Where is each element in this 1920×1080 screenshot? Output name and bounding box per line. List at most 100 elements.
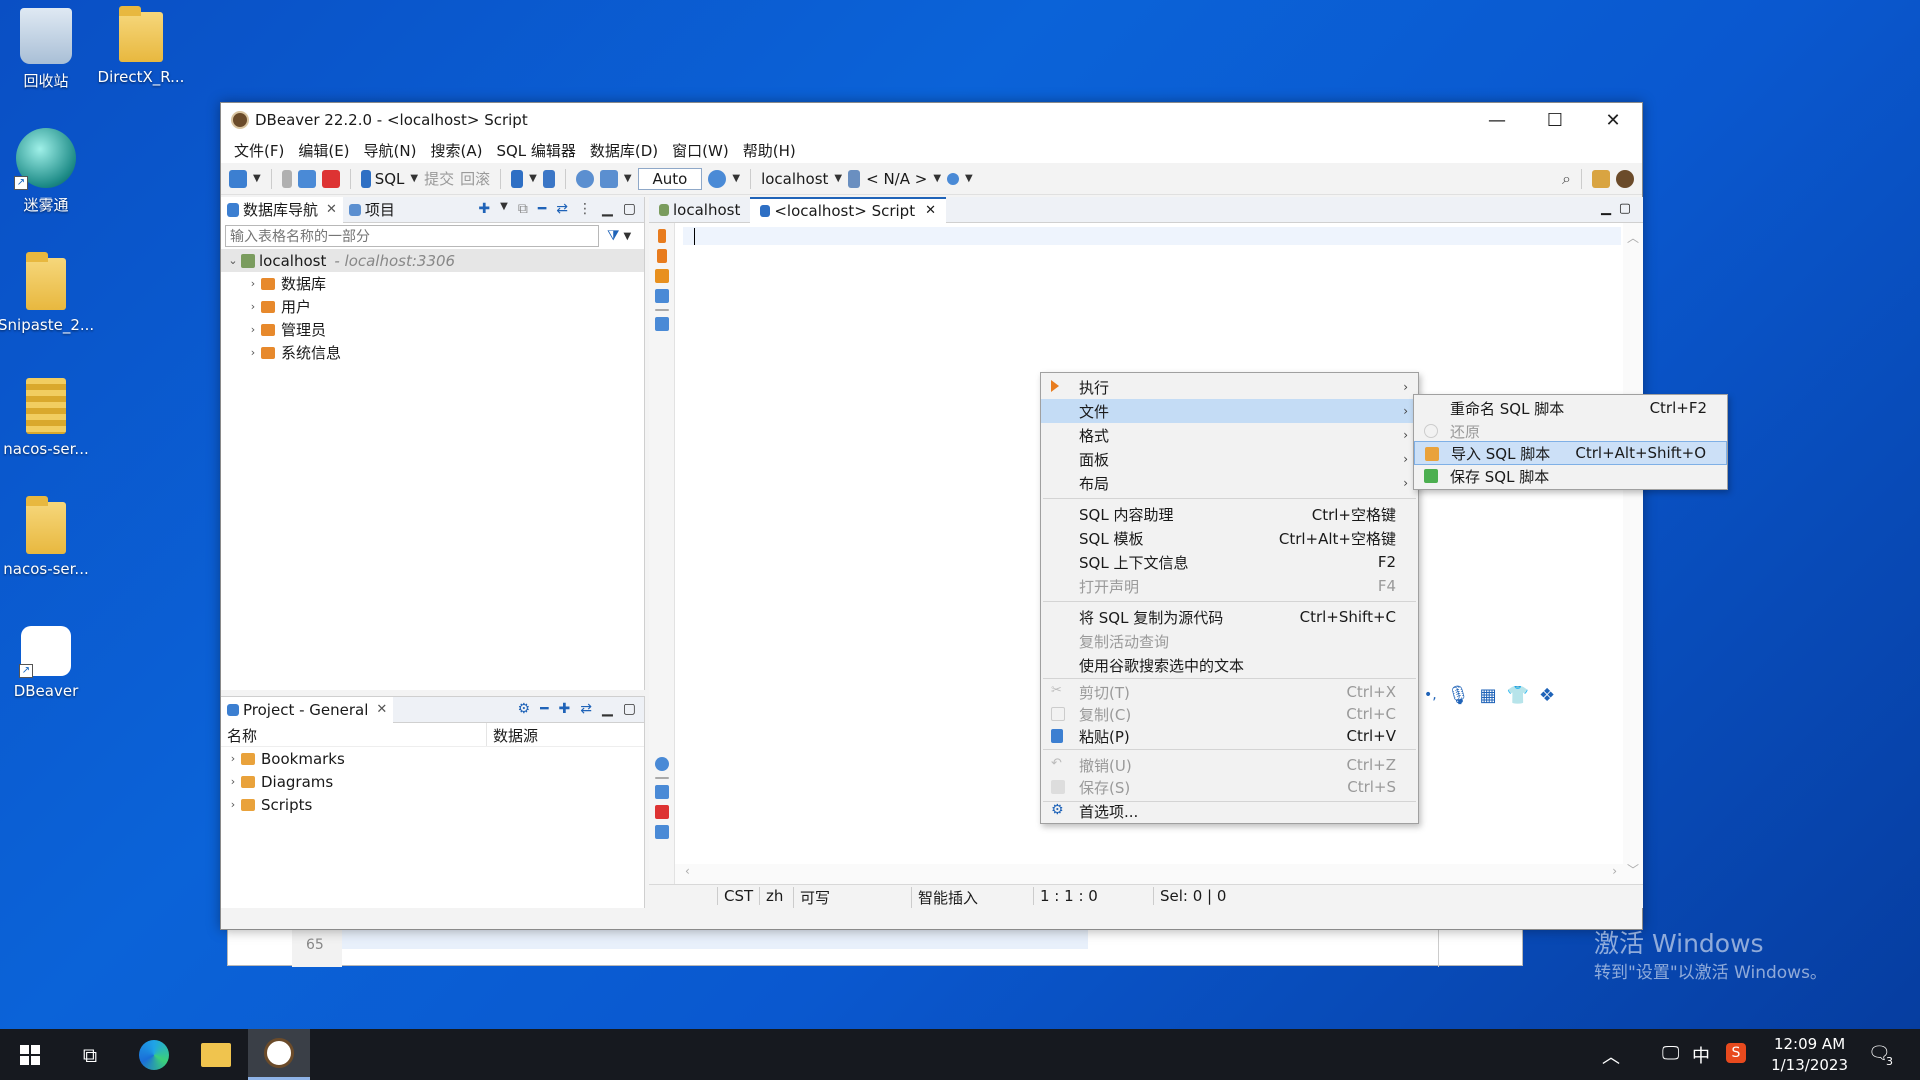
commit-mode-selector[interactable]: Auto — [637, 167, 703, 190]
chevron-down-icon[interactable]: ▼ — [500, 201, 508, 217]
tree-node-users[interactable]: › 用户 — [221, 295, 644, 318]
rollback-button[interactable]: 回滚 — [460, 168, 490, 189]
menu-item-import-script[interactable]: 导入 SQL 脚本 Ctrl+Alt+Shift+O — [1414, 441, 1727, 465]
desktop-icon-miwutong[interactable]: ↗ 迷雾通 — [0, 128, 94, 215]
menu-item-context-info[interactable]: SQL 上下文信息 F2 — [1041, 550, 1418, 574]
execute-statement-icon[interactable] — [657, 229, 666, 243]
desktop-icon-nacos-1[interactable]: nacos-ser... — [0, 378, 94, 458]
menu-window[interactable]: 窗口(W) — [665, 140, 736, 161]
desktop-icon-snipaste[interactable]: Snipaste_2... — [0, 252, 94, 334]
maximize-pane-icon[interactable]: ▢ — [623, 201, 636, 217]
filter-icon[interactable]: ⧩ — [607, 228, 620, 244]
menu-item-panels[interactable]: 面板 › — [1041, 447, 1418, 471]
search-icon[interactable] — [947, 172, 960, 185]
minimize-button[interactable]: — — [1468, 103, 1526, 137]
menu-item-paste[interactable]: 粘贴(P) Ctrl+V — [1041, 724, 1418, 748]
active-connection-selector[interactable]: localhost — [761, 170, 828, 188]
link-editor-icon[interactable]: ⧉ — [518, 201, 528, 217]
horizontal-scrollbar[interactable]: ‹ › — [675, 864, 1623, 884]
menu-item-layout[interactable]: 布局 › — [1041, 471, 1418, 495]
taskbar-file-explorer[interactable] — [190, 1029, 242, 1080]
minimize-pane-icon[interactable]: ▁ — [602, 701, 613, 717]
task-view-button[interactable]: ⧉ — [62, 1029, 118, 1080]
minimize-pane-icon[interactable]: ▁ — [1601, 201, 1611, 216]
chevron-down-icon[interactable]: ▼ — [253, 173, 261, 184]
reconnect-icon[interactable] — [297, 169, 316, 188]
chevron-down-icon[interactable]: ▼ — [624, 173, 632, 184]
view-menu-icon[interactable]: ⋮ — [578, 201, 592, 217]
menu-item-google-search[interactable]: 使用谷歌搜索选中的文本 — [1041, 653, 1418, 677]
close-icon[interactable]: ✕ — [376, 702, 387, 717]
table-filter-input[interactable] — [225, 225, 599, 247]
desktop-icon-dbeaver[interactable]: ↗ DBeaver — [0, 626, 94, 700]
minimize-pane-icon[interactable]: ▁ — [602, 201, 613, 217]
chevron-right-icon[interactable]: › — [245, 346, 261, 359]
chevron-right-icon[interactable]: › — [225, 775, 241, 788]
link-with-editor-icon[interactable]: ⇄ — [556, 201, 568, 217]
chevron-down-icon[interactable]: ▼ — [965, 173, 973, 184]
menu-file[interactable]: 文件(F) — [227, 140, 291, 161]
chevron-right-icon[interactable]: › — [245, 300, 261, 313]
menu-item-cut[interactable]: ✂ 剪切(T) Ctrl+X — [1041, 680, 1418, 704]
menu-search[interactable]: 搜索(A) — [423, 140, 489, 161]
project-item-diagrams[interactable]: › Diagrams — [221, 770, 644, 793]
chevron-down-icon[interactable]: ▼ — [529, 173, 537, 184]
maximize-pane-icon[interactable]: ▢ — [623, 701, 636, 717]
column-name[interactable]: 名称 — [221, 723, 487, 746]
desktop-icon-directx[interactable]: DirectX_R... — [93, 6, 189, 86]
taskbar-clock[interactable]: 12:09 AM 1/13/2023 — [1771, 1034, 1848, 1076]
new-connection-icon[interactable] — [229, 169, 247, 188]
collapse-all-icon[interactable]: ━ — [540, 701, 548, 717]
disconnect-icon[interactable] — [321, 169, 340, 188]
vertical-scrollbar[interactable]: ︿ ﹀ — [1623, 223, 1643, 884]
taskbar-dbeaver[interactable] — [248, 1029, 310, 1080]
tab-projects[interactable]: 项目 — [343, 197, 401, 223]
menu-item-copy[interactable]: 复制(C) Ctrl+C — [1041, 702, 1418, 726]
sogou-ime-icon[interactable]: S — [1726, 1043, 1746, 1063]
chevron-right-icon[interactable]: › — [225, 798, 241, 811]
chevron-right-icon[interactable]: › — [245, 323, 261, 336]
gear-icon[interactable]: ⚙ — [518, 701, 531, 717]
explain-plan-icon[interactable] — [654, 289, 669, 303]
tab-project-general[interactable]: Project - General ✕ — [221, 696, 394, 723]
desktop-icon-nacos-2[interactable]: nacos-ser... — [0, 496, 94, 578]
tree-node-system-info[interactable]: › 系统信息 — [221, 341, 644, 364]
ime-indicator[interactable]: 中 — [1692, 1042, 1710, 1068]
open-perspective-icon[interactable] — [1592, 169, 1610, 188]
assist-icon[interactable]: •, — [1424, 687, 1437, 703]
menu-item-file[interactable]: 文件 › — [1041, 399, 1418, 423]
start-button[interactable] — [0, 1029, 60, 1080]
menu-item-copy-active-query[interactable]: 复制活动查询 — [1041, 629, 1418, 653]
menu-help[interactable]: 帮助(H) — [736, 140, 803, 161]
close-icon[interactable]: ✕ — [326, 202, 337, 217]
new-script-icon[interactable] — [654, 785, 669, 799]
chevron-down-icon[interactable]: ▼ — [410, 173, 418, 184]
menu-item-execute[interactable]: 执行 › — [1041, 375, 1418, 399]
chevron-right-icon[interactable]: › — [245, 277, 261, 290]
menu-item-content-assist[interactable]: SQL 内容助理 Ctrl+空格键 — [1041, 502, 1418, 526]
dashboard-icon[interactable] — [575, 169, 594, 188]
history-clock-icon[interactable] — [708, 169, 727, 188]
expand-all-icon[interactable]: ✚ — [559, 701, 571, 717]
chevron-down-icon[interactable]: ⌄ — [225, 254, 241, 267]
chevron-down-icon[interactable]: ▼ — [732, 173, 740, 184]
close-button[interactable]: ✕ — [1584, 103, 1642, 137]
menu-item-open-declaration[interactable]: 打开声明 F4 — [1041, 574, 1418, 598]
desktop-icon-recycle-bin[interactable]: 回收站 — [0, 8, 94, 91]
microphone-icon[interactable]: 🎙 — [1447, 685, 1470, 706]
menu-item-rename-script[interactable]: 重命名 SQL 脚本 Ctrl+F2 — [1414, 396, 1727, 420]
global-search-icon[interactable]: ⌕ — [1562, 169, 1571, 189]
tree-node-administer[interactable]: › 管理员 — [221, 318, 644, 341]
sql-editor-button[interactable]: SQL — [360, 169, 404, 188]
execute-in-new-tab-icon[interactable] — [656, 249, 667, 263]
connect-plug-icon[interactable] — [281, 169, 292, 188]
column-datasource[interactable]: 数据源 — [487, 723, 544, 746]
tree-node-databases[interactable]: › 数据库 — [221, 272, 644, 295]
menu-item-sql-template[interactable]: SQL 模板 Ctrl+Alt+空格键 — [1041, 526, 1418, 550]
chevron-right-icon[interactable]: › — [225, 752, 241, 765]
menu-sql-editor[interactable]: SQL 编辑器 — [489, 140, 582, 161]
apps-icon[interactable]: ❖ — [1539, 685, 1555, 706]
menu-item-copy-as-source[interactable]: 将 SQL 复制为源代码 Ctrl+Shift+C — [1041, 605, 1418, 629]
chevron-down-icon[interactable]: ▼ — [624, 231, 632, 242]
chevron-up-icon[interactable]: ︿ — [1623, 223, 1643, 246]
